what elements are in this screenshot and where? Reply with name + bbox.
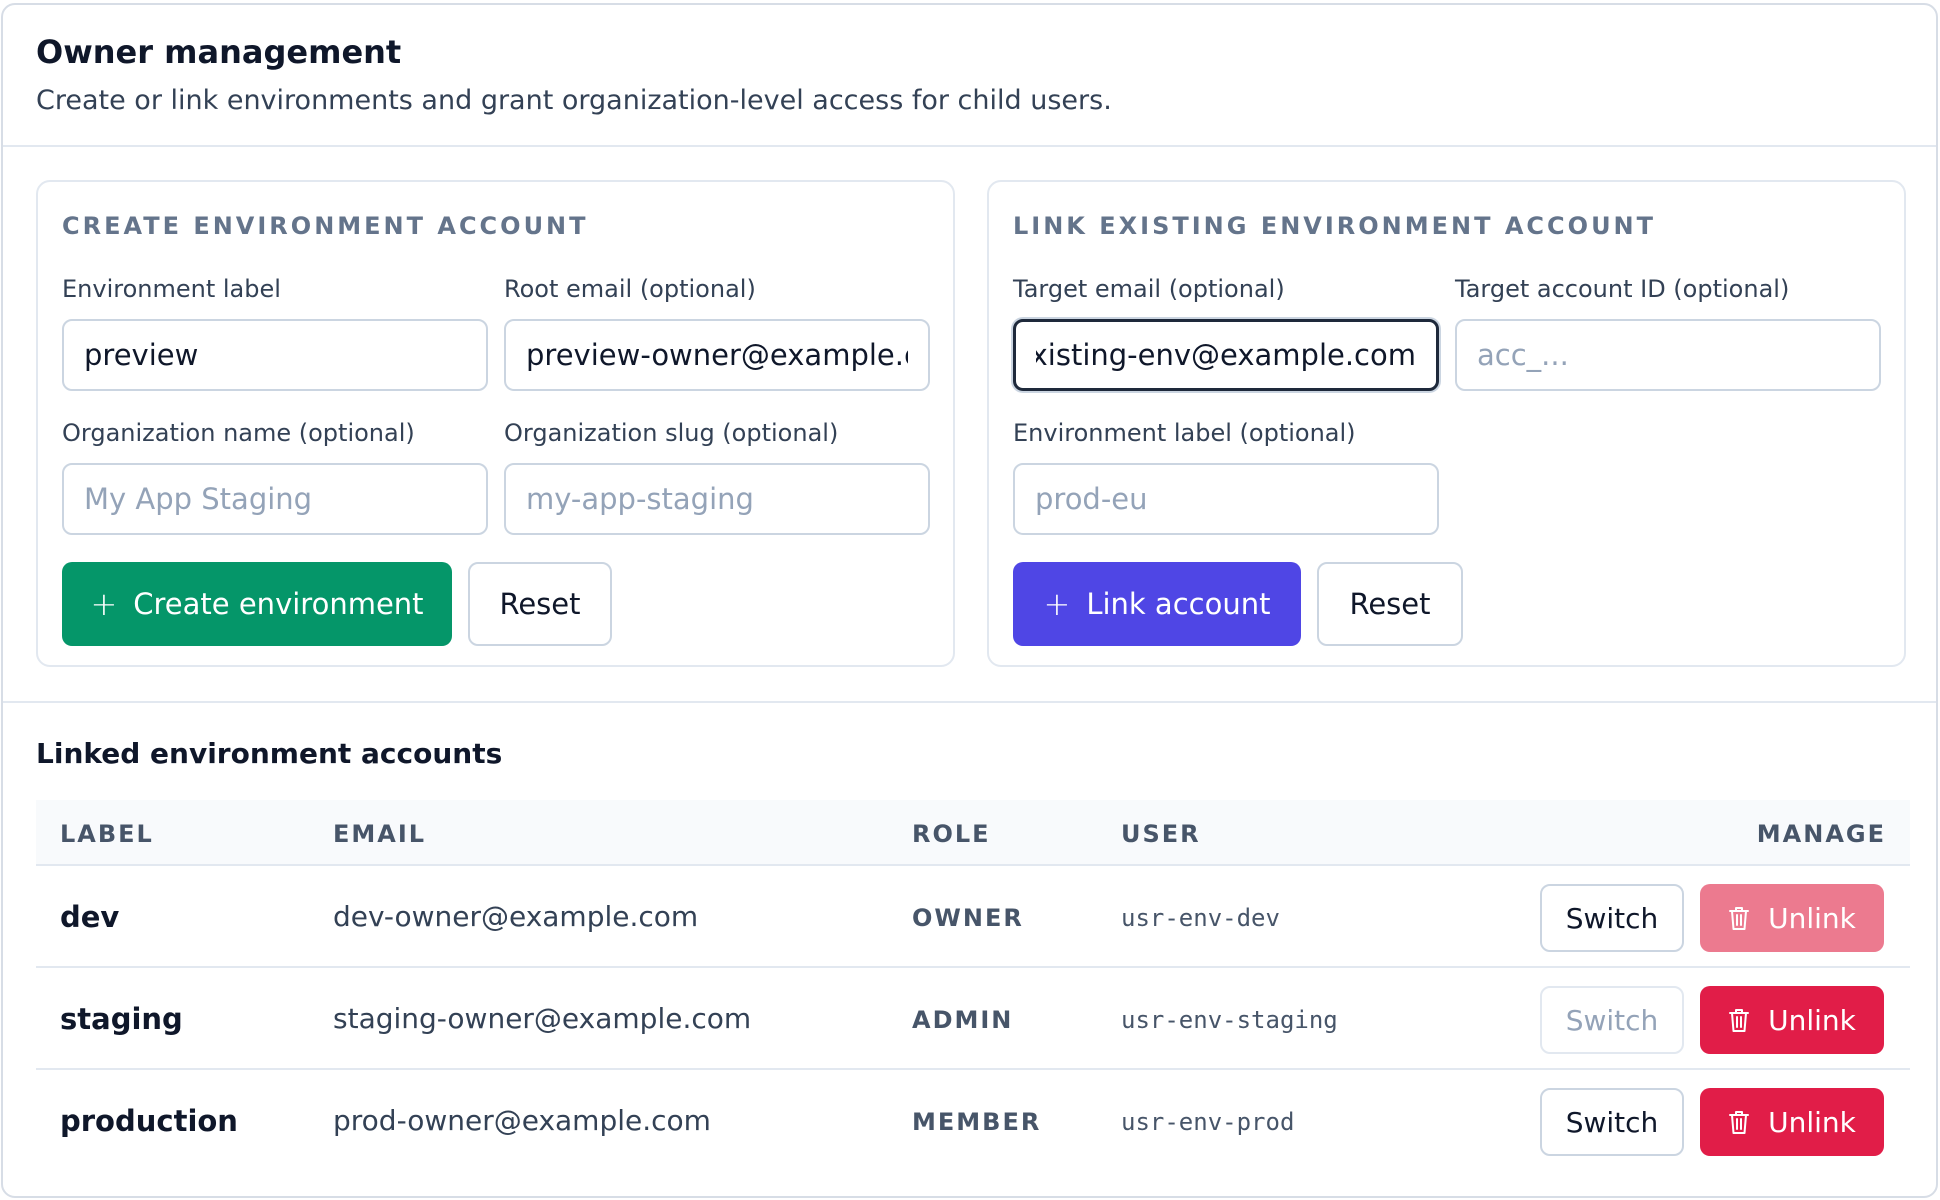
root-email-input[interactable]: [504, 319, 930, 391]
link-env-label-input[interactable]: [1013, 463, 1439, 535]
card-header: Owner management Create or link environm…: [3, 5, 1936, 147]
column-role: ROLE: [912, 820, 991, 848]
create-reset-button[interactable]: Reset: [468, 562, 612, 646]
root-email-label: Root email (optional): [504, 275, 756, 303]
org-slug-label: Organization slug (optional): [504, 419, 839, 447]
target-email-label: Target email (optional): [1013, 275, 1285, 303]
link-reset-label: Reset: [1349, 587, 1431, 621]
target-account-id-input[interactable]: [1455, 319, 1881, 391]
link-account-label: Link account: [1086, 587, 1271, 621]
trash-icon: [1729, 1111, 1750, 1134]
unlink-button[interactable]: Unlink: [1700, 1088, 1884, 1156]
switch-button[interactable]: Switch: [1540, 884, 1684, 952]
row-email: dev-owner@example.com: [333, 900, 699, 933]
unlink-label: Unlink: [1768, 901, 1856, 935]
row-email: staging-owner@example.com: [333, 1002, 752, 1035]
plus-icon: +: [90, 585, 118, 623]
section-divider: [3, 701, 1936, 703]
create-panel-title: CREATE ENVIRONMENT ACCOUNT: [62, 212, 589, 240]
unlink-button[interactable]: Unlink: [1700, 884, 1884, 952]
link-env-label-label: Environment label (optional): [1013, 419, 1356, 447]
row-role: OWNER: [912, 904, 1024, 932]
table-row: dev dev-owner@example.com OWNER usr-env-…: [36, 866, 1910, 968]
org-slug-input[interactable]: [504, 463, 930, 535]
env-label-input[interactable]: [62, 319, 488, 391]
row-email: prod-owner@example.com: [333, 1104, 711, 1137]
column-email: EMAIL: [333, 820, 427, 848]
table-row: staging staging-owner@example.com ADMIN …: [36, 968, 1910, 1070]
plus-icon: +: [1043, 585, 1071, 623]
row-label: dev: [60, 900, 120, 934]
row-role: ADMIN: [912, 1006, 1014, 1034]
switch-button[interactable]: Switch: [1540, 1088, 1684, 1156]
linked-accounts-title: Linked environment accounts: [36, 737, 503, 770]
create-environment-panel: CREATE ENVIRONMENT ACCOUNT Environment l…: [36, 180, 955, 667]
unlink-button[interactable]: Unlink: [1700, 986, 1884, 1054]
env-label-label: Environment label: [62, 275, 281, 303]
page-subtitle: Create or link environments and grant or…: [36, 85, 1112, 116]
link-panel-title: LINK EXISTING ENVIRONMENT ACCOUNT: [1013, 212, 1657, 240]
column-manage: MANAGE: [1756, 820, 1886, 848]
org-name-label: Organization name (optional): [62, 419, 415, 447]
row-user: usr-env-prod: [1121, 1108, 1295, 1136]
link-account-button[interactable]: + Link account: [1013, 562, 1301, 646]
trash-icon: [1729, 1009, 1750, 1032]
create-reset-label: Reset: [499, 587, 581, 621]
target-email-input[interactable]: [1013, 319, 1439, 391]
table-header: LABEL EMAIL ROLE USER MANAGE: [36, 800, 1910, 866]
row-role: MEMBER: [912, 1108, 1042, 1136]
create-environment-button[interactable]: + Create environment: [62, 562, 452, 646]
switch-label: Switch: [1565, 1003, 1659, 1037]
create-environment-label: Create environment: [133, 587, 424, 621]
link-reset-button[interactable]: Reset: [1317, 562, 1463, 646]
switch-label: Switch: [1565, 901, 1659, 935]
unlink-label: Unlink: [1768, 1003, 1856, 1037]
table-row: production prod-owner@example.com MEMBER…: [36, 1070, 1910, 1172]
link-environment-panel: LINK EXISTING ENVIRONMENT ACCOUNT Target…: [987, 180, 1906, 667]
owner-management-card: Owner management Create or link environm…: [1, 3, 1938, 1198]
column-user: USER: [1121, 820, 1201, 848]
row-user: usr-env-staging: [1121, 1006, 1338, 1034]
row-label: staging: [60, 1002, 183, 1036]
row-label: production: [60, 1104, 238, 1138]
row-user: usr-env-dev: [1121, 904, 1280, 932]
org-name-input[interactable]: [62, 463, 488, 535]
page-title: Owner management: [36, 33, 402, 71]
unlink-label: Unlink: [1768, 1105, 1856, 1139]
switch-button[interactable]: Switch: [1540, 986, 1684, 1054]
switch-label: Switch: [1565, 1105, 1659, 1139]
target-account-id-label: Target account ID (optional): [1455, 275, 1790, 303]
trash-icon: [1729, 907, 1750, 930]
column-label: LABEL: [60, 820, 154, 848]
